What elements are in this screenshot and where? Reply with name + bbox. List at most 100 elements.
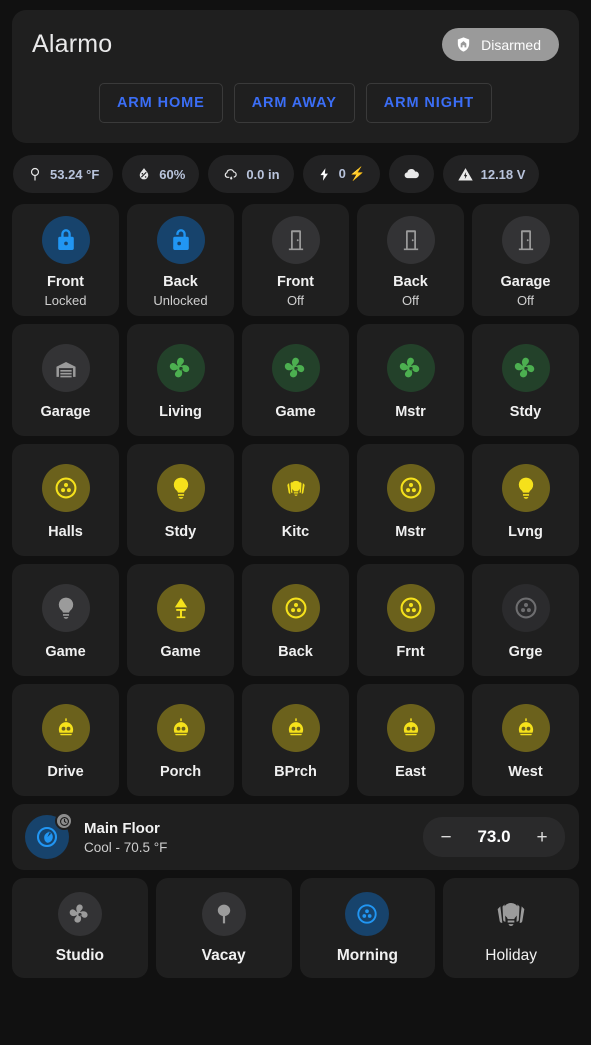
tile-name: Frnt bbox=[396, 643, 425, 660]
tile-state: Off bbox=[286, 292, 305, 308]
thermostat-text: Main Floor Cool - 70.5 °F bbox=[84, 820, 423, 855]
ceiling-light-icon bbox=[501, 583, 550, 632]
status-badge-label: Disarmed bbox=[481, 36, 541, 53]
door-icon bbox=[386, 216, 435, 265]
tile-game-3-1[interactable]: Game bbox=[127, 564, 234, 676]
light-group-icon bbox=[488, 892, 534, 936]
tile-name: Mstr bbox=[395, 523, 426, 540]
ceiling-light-icon bbox=[271, 583, 320, 632]
tile-frnt-3-3[interactable]: Frnt bbox=[357, 564, 464, 676]
tile-east-4-3[interactable]: East bbox=[357, 684, 464, 796]
chip-temperature[interactable]: 53.24 °F bbox=[13, 155, 114, 193]
tile-name: Mstr bbox=[395, 403, 426, 420]
tile-name: Game bbox=[275, 403, 316, 420]
temperature-decrease-button[interactable]: − bbox=[429, 820, 463, 854]
chip-humidity-value: 60% bbox=[159, 166, 186, 182]
temperature-increase-button[interactable]: + bbox=[525, 820, 559, 854]
chip-voltage-value: 12.18 V bbox=[480, 166, 526, 182]
tile-name: Drive bbox=[47, 763, 84, 780]
tile-grid-row-1: Front Locked Back Unlocked Front Off Back Off Ga… bbox=[12, 204, 579, 316]
tile-west-4-4[interactable]: West bbox=[472, 684, 579, 796]
scene-label: Vacay bbox=[201, 946, 246, 964]
tile-game-3-0[interactable]: Game bbox=[12, 564, 119, 676]
tile-game-1-2[interactable]: Game bbox=[242, 324, 349, 436]
tile-grge-3-4[interactable]: Grge bbox=[472, 564, 579, 676]
scene-row: Studio Vacay Morning Holiday bbox=[12, 878, 579, 978]
tile-mstr-2-3[interactable]: Mstr bbox=[357, 444, 464, 556]
tile-back-3-2[interactable]: Back bbox=[242, 564, 349, 676]
scene-morning[interactable]: Morning bbox=[299, 878, 436, 978]
tile-mstr-1-3[interactable]: Mstr bbox=[357, 324, 464, 436]
light-group-icon bbox=[271, 463, 320, 512]
chip-cloud[interactable] bbox=[388, 155, 434, 193]
door-icon bbox=[271, 216, 320, 265]
lock-open-icon bbox=[156, 216, 205, 265]
arm-home-button[interactable]: ARM HOME bbox=[98, 83, 223, 123]
tile-name: Porch bbox=[159, 763, 202, 780]
tile-drive-4-0[interactable]: Drive bbox=[12, 684, 119, 796]
fan-icon bbox=[501, 343, 550, 392]
chip-lightning[interactable]: 0 ⚡ bbox=[302, 155, 380, 193]
rain-icon bbox=[222, 166, 239, 183]
ceiling-light-icon bbox=[41, 463, 90, 512]
tile-name: Front bbox=[276, 274, 315, 291]
tile-grid-row-3: Halls Stdy Kitc Mstr Lvng bbox=[12, 444, 579, 556]
door-icon bbox=[501, 216, 550, 265]
tile-garage-1-0[interactable]: Garage bbox=[12, 324, 119, 436]
scene-holiday[interactable]: Holiday bbox=[443, 878, 579, 978]
thermostat-status: Cool - 70.5 °F bbox=[84, 839, 168, 855]
scene-label: Studio bbox=[55, 946, 104, 964]
thermostat-icon-wrap bbox=[25, 812, 73, 859]
fan-icon bbox=[57, 891, 102, 936]
tile-name: BPrch bbox=[274, 763, 317, 780]
flood-light-icon bbox=[156, 703, 205, 752]
chip-rainfall[interactable]: 0.0 in bbox=[208, 155, 294, 193]
tile-garage-0-4[interactable]: Garage Off bbox=[472, 204, 579, 316]
garage-icon bbox=[41, 343, 90, 392]
tile-stdy-1-4[interactable]: Stdy bbox=[472, 324, 579, 436]
dashboard: Alarmo Disarmed ARM HOME ARM AWAY ARM NI… bbox=[0, 0, 591, 978]
clock-icon bbox=[55, 812, 73, 830]
chip-voltage[interactable]: 12.18 V bbox=[442, 155, 540, 193]
bulb-icon bbox=[501, 463, 550, 512]
tile-porch-4-1[interactable]: Porch bbox=[127, 684, 234, 796]
tile-back-0-3[interactable]: Back Off bbox=[357, 204, 464, 316]
scene-vacay[interactable]: Vacay bbox=[155, 878, 292, 978]
tile-state: Locked bbox=[44, 292, 87, 308]
tile-state: Off bbox=[401, 292, 420, 308]
tile-front-0-2[interactable]: Front Off bbox=[242, 204, 349, 316]
tile-state: Unlocked bbox=[153, 292, 208, 308]
arm-away-button[interactable]: ARM AWAY bbox=[233, 83, 355, 123]
arm-night-button[interactable]: ARM NIGHT bbox=[365, 83, 493, 123]
tile-kitc-2-2[interactable]: Kitc bbox=[242, 444, 349, 556]
tile-living-1-1[interactable]: Living bbox=[127, 324, 234, 436]
tile-name: Front bbox=[46, 274, 85, 291]
arm-buttons: ARM HOME ARM AWAY ARM NIGHT bbox=[32, 83, 559, 123]
chip-lightning-value: 0 ⚡ bbox=[338, 166, 366, 181]
thermostat-card[interactable]: Main Floor Cool - 70.5 °F − 73.0 + bbox=[12, 804, 579, 870]
tile-name: Stdy bbox=[509, 403, 542, 420]
tile-name: Game bbox=[160, 643, 201, 660]
lightning-bolt-icon bbox=[317, 167, 332, 182]
chip-humidity[interactable]: 60% bbox=[122, 155, 200, 193]
tile-back-0-1[interactable]: Back Unlocked bbox=[127, 204, 234, 316]
lock-closed-icon bbox=[41, 216, 90, 265]
fan-icon bbox=[386, 343, 435, 392]
tile-bprch-4-2[interactable]: BPrch bbox=[242, 684, 349, 796]
tile-name: Back bbox=[163, 274, 198, 291]
thermometer-outdoor-icon bbox=[27, 166, 43, 182]
status-badge[interactable]: Disarmed bbox=[442, 28, 559, 61]
tile-stdy-2-1[interactable]: Stdy bbox=[127, 444, 234, 556]
scene-label: Morning bbox=[336, 946, 398, 964]
ceiling-light-icon bbox=[386, 463, 435, 512]
tile-halls-2-0[interactable]: Halls bbox=[12, 444, 119, 556]
scene-studio[interactable]: Studio bbox=[12, 878, 148, 978]
humidity-icon bbox=[136, 166, 152, 182]
tile-name: Back bbox=[393, 274, 428, 291]
tile-name: Lvng bbox=[508, 523, 543, 540]
tile-lvng-2-4[interactable]: Lvng bbox=[472, 444, 579, 556]
fan-icon bbox=[271, 343, 320, 392]
tile-front-0-0[interactable]: Front Locked bbox=[12, 204, 119, 316]
table-lamp-icon bbox=[156, 583, 205, 632]
tile-grid-row-5: Drive Porch BPrch East West bbox=[12, 684, 579, 796]
